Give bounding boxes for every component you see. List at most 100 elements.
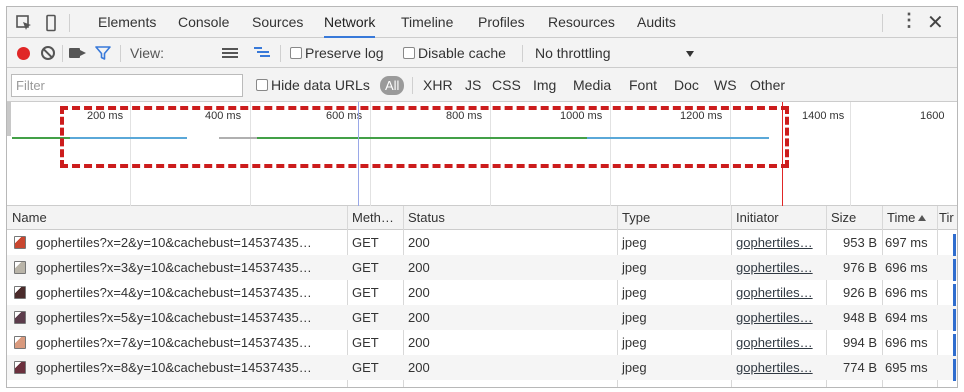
table-row[interactable]: gophertiles?x=2&y=10&cachebust=14537435…… <box>7 230 957 255</box>
overview-handle[interactable] <box>7 102 11 136</box>
requests-table-header: Name Meth… Status Type Initiator Size Ti… <box>7 206 957 230</box>
table-row[interactable]: gophertiles?x=7&y=10&cachebust=14537435…… <box>7 330 957 355</box>
filter-font[interactable]: Font <box>629 68 657 102</box>
filter-other[interactable]: Other <box>750 68 785 102</box>
record-icon[interactable] <box>17 47 30 60</box>
image-thumbnail-icon <box>14 261 26 274</box>
clear-icon[interactable] <box>41 46 55 60</box>
column-header-initiator[interactable]: Initiator <box>731 206 826 230</box>
divider <box>412 77 413 94</box>
filter-js[interactable]: JS <box>465 68 481 102</box>
image-thumbnail-icon <box>14 236 26 249</box>
column-header-type[interactable]: Type <box>617 206 731 230</box>
tab-profiles[interactable]: Profiles <box>478 7 525 38</box>
request-method: GET <box>352 335 379 350</box>
table-row[interactable]: gophertiles?x=8&y=10&cachebust=14537435…… <box>7 355 957 380</box>
request-initiator-link[interactable]: gophertiles… <box>731 305 826 330</box>
request-name[interactable]: gophertiles?x=5&y=10&cachebust=14537435… <box>31 305 347 330</box>
request-status: 200 <box>408 360 430 375</box>
tab-sources[interactable]: Sources <box>252 7 303 38</box>
column-header-time[interactable]: Time <box>882 206 940 230</box>
hide-data-urls-label: Hide data URLs <box>271 77 370 93</box>
view-label: View: <box>130 45 164 61</box>
request-name[interactable]: gophertiles?x=7&y=10&cachebust=14537435… <box>31 330 347 355</box>
column-header-name[interactable]: Name <box>7 206 347 230</box>
chevron-down-icon[interactable] <box>686 51 694 57</box>
request-time: 696 ms <box>885 335 928 350</box>
table-row[interactable]: gophertiles?x=5&y=10&cachebust=14537435…… <box>7 305 957 330</box>
table-row[interactable]: gophertiles?x=4&y=10&cachebust=14537435…… <box>7 280 957 305</box>
device-mode-icon[interactable] <box>42 14 60 32</box>
filter-input[interactable] <box>11 74 243 97</box>
divider <box>280 45 281 62</box>
vertical-ellipsis-icon[interactable]: ⋮ <box>900 10 918 31</box>
request-name[interactable]: gophertiles?x=4&y=10&cachebust=14537435… <box>31 280 347 305</box>
request-size: 774 B <box>843 360 877 375</box>
request-time: 696 ms <box>885 260 928 275</box>
disable-cache-checkbox[interactable] <box>403 47 415 59</box>
preserve-log-checkbox[interactable] <box>290 47 302 59</box>
image-thumbnail-icon <box>14 286 26 299</box>
request-initiator-link[interactable]: gophertiles… <box>731 330 826 355</box>
request-size: 953 B <box>843 235 877 250</box>
disable-cache-label: Disable cache <box>418 45 506 61</box>
request-type: jpeg <box>622 335 647 350</box>
request-status: 200 <box>408 285 430 300</box>
table-row[interactable]: gophertiles?x=3&y=10&cachebust=14537435…… <box>7 255 957 280</box>
request-initiator-link[interactable]: gophertiles… <box>731 230 826 255</box>
request-type: jpeg <box>622 360 647 375</box>
large-rows-icon[interactable] <box>222 48 238 59</box>
request-time: 697 ms <box>885 235 928 250</box>
request-type: jpeg <box>622 310 647 325</box>
tab-elements[interactable]: Elements <box>98 7 156 38</box>
filter-icon[interactable] <box>95 45 111 64</box>
throttling-select[interactable]: No throttling <box>535 38 610 68</box>
divider <box>62 45 63 62</box>
filter-doc[interactable]: Doc <box>674 68 699 102</box>
request-initiator-link[interactable]: gophertiles… <box>731 280 826 305</box>
filter-media[interactable]: Media <box>573 68 611 102</box>
tick-label: 1600 <box>920 110 945 122</box>
request-initiator-link[interactable]: gophertiles… <box>731 255 826 280</box>
request-method: GET <box>352 260 379 275</box>
request-name[interactable]: gophertiles?x=8&y=10&cachebust=14537435… <box>31 355 347 380</box>
capture-screenshots-icon[interactable] <box>69 48 86 58</box>
filter-xhr[interactable]: XHR <box>423 68 453 102</box>
request-status: 200 <box>408 310 430 325</box>
divider <box>69 14 70 32</box>
overview-toggle-icon[interactable] <box>254 47 270 59</box>
request-size: 926 B <box>843 285 877 300</box>
request-size: 948 B <box>843 310 877 325</box>
filter-css[interactable]: CSS <box>492 68 521 102</box>
close-icon[interactable]: ✕ <box>927 10 944 35</box>
request-name[interactable]: gophertiles?x=2&y=10&cachebust=14537435… <box>31 230 347 255</box>
request-status: 200 <box>408 335 430 350</box>
filter-ws[interactable]: WS <box>714 68 737 102</box>
devtools-tab-bar: Elements Console Sources Network Timelin… <box>7 7 957 38</box>
request-method: GET <box>352 360 379 375</box>
preserve-log-label: Preserve log <box>305 45 384 61</box>
divider <box>522 45 523 62</box>
tick-label: 1400 ms <box>802 110 845 122</box>
tab-timeline[interactable]: Timeline <box>401 7 453 38</box>
tab-network[interactable]: Network <box>324 7 376 38</box>
tab-console[interactable]: Console <box>178 7 229 38</box>
highlight-annotation <box>60 106 789 168</box>
request-size: 994 B <box>843 335 877 350</box>
column-header-method[interactable]: Meth… <box>347 206 403 230</box>
image-thumbnail-icon <box>14 311 26 324</box>
divider <box>120 45 121 62</box>
column-header-status[interactable]: Status <box>403 206 617 230</box>
inspect-element-icon[interactable] <box>15 14 33 32</box>
hide-data-urls-checkbox[interactable] <box>256 79 268 91</box>
request-time: 694 ms <box>885 310 928 325</box>
request-initiator-link[interactable]: gophertiles… <box>731 355 826 380</box>
filter-all-button[interactable]: All <box>380 76 405 95</box>
network-overview[interactable]: 200 ms 400 ms 600 ms 800 ms 1000 ms 1200… <box>7 102 957 206</box>
request-type: jpeg <box>622 260 647 275</box>
tab-resources[interactable]: Resources <box>548 7 615 38</box>
tab-audits[interactable]: Audits <box>637 7 676 38</box>
request-name[interactable]: gophertiles?x=3&y=10&cachebust=14537435… <box>31 255 347 280</box>
filter-img[interactable]: Img <box>533 68 556 102</box>
column-header-size[interactable]: Size <box>826 206 882 230</box>
